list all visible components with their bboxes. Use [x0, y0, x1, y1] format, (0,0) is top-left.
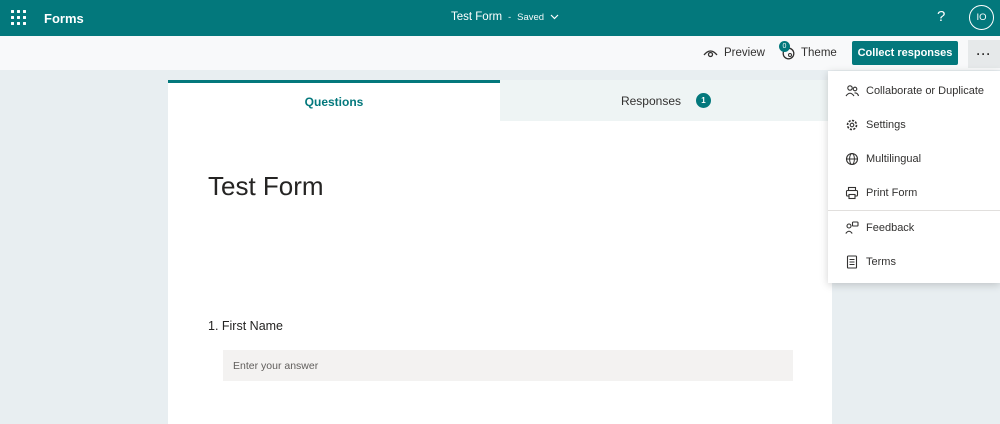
title-separator: - [508, 12, 512, 22]
avatar[interactable]: IO [969, 5, 994, 30]
preview-button[interactable]: Preview [703, 36, 765, 70]
people-icon [845, 85, 859, 97]
menu-item-label: Feedback [866, 222, 915, 234]
document-title[interactable]: Test Form [451, 11, 502, 23]
theme-label: Theme [801, 47, 837, 59]
document-title-area[interactable]: Test Form - Saved [451, 11, 559, 23]
menu-item-label: Multilingual [866, 153, 922, 165]
more-options-menu: Collaborate or Duplicate Settings Multil… [828, 71, 1000, 283]
save-status: Saved [517, 11, 545, 23]
tab-responses-label: Responses [620, 93, 682, 108]
menu-item-feedback[interactable]: Feedback [828, 211, 1000, 245]
tab-questions-label: Questions [304, 95, 364, 109]
theme-badge: 0 [779, 41, 790, 52]
tab-responses[interactable]: Responses 1 [500, 80, 832, 121]
document-icon [846, 255, 858, 269]
toolbar: Preview 0 Theme [0, 36, 1000, 70]
printer-icon [845, 186, 859, 200]
collect-responses-button[interactable]: Collect responses [852, 41, 958, 65]
menu-item-label: Terms [866, 256, 896, 268]
globe-icon [845, 152, 859, 166]
answer-input[interactable]: Enter your answer [223, 350, 793, 381]
chevron-down-icon[interactable] [550, 14, 559, 20]
gear-icon [846, 119, 858, 131]
more-options-button[interactable]: ··· [968, 40, 1000, 68]
app-header: Forms Test Form - Saved ? IO [0, 0, 1000, 36]
app-name[interactable]: Forms [44, 11, 84, 26]
feedback-icon [845, 221, 859, 234]
app-launcher-icon[interactable] [11, 10, 27, 26]
eye-icon [703, 49, 718, 57]
menu-item-collaborate[interactable]: Collaborate or Duplicate [828, 74, 1000, 108]
responses-count-badge: 1 [696, 93, 712, 108]
menu-item-label: Print Form [866, 187, 918, 199]
theme-button[interactable]: 0 Theme [779, 36, 837, 70]
menu-item-print-form[interactable]: Print Form [828, 176, 1000, 210]
menu-item-label: Collaborate or Duplicate [866, 85, 985, 97]
menu-item-multilingual[interactable]: Multilingual [828, 142, 1000, 176]
preview-label: Preview [724, 47, 765, 59]
tab-questions[interactable]: Questions [168, 80, 500, 121]
form-title[interactable]: Test Form [208, 171, 324, 202]
menu-item-terms[interactable]: Terms [828, 245, 1000, 279]
form-card: Questions Responses 1 Test Form 1. First… [168, 80, 832, 424]
menu-item-settings[interactable]: Settings [828, 108, 1000, 142]
question-label[interactable]: 1. First Name [208, 319, 283, 333]
menu-item-label: Settings [866, 119, 906, 131]
help-button[interactable]: ? [937, 8, 945, 25]
